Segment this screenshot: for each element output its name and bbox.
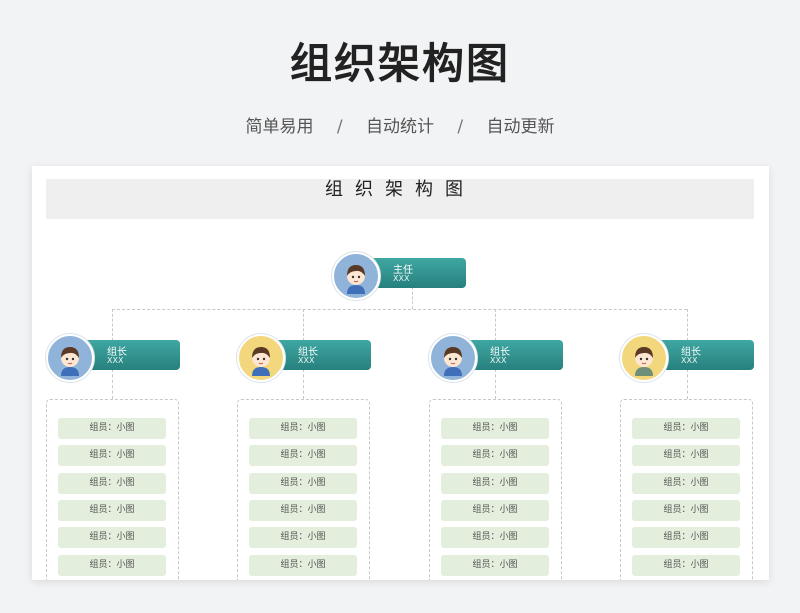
member-item[interactable]: 组员：小图 bbox=[441, 555, 549, 576]
leader-name: XXX bbox=[490, 356, 507, 365]
feature-list: 简单易用 / 自动统计 / 自动更新 bbox=[0, 112, 800, 137]
member-item[interactable]: 组员：小图 bbox=[58, 418, 166, 439]
director-name: XXX bbox=[393, 274, 410, 283]
member-item[interactable]: 组员：小图 bbox=[441, 500, 549, 521]
member-item[interactable]: 组员：小图 bbox=[632, 500, 740, 521]
leader-name: XXX bbox=[681, 356, 698, 365]
member-item[interactable]: 组员：小图 bbox=[58, 500, 166, 521]
feature-easy: 简单易用 bbox=[245, 117, 314, 137]
separator: / bbox=[336, 117, 343, 137]
member-group: 组员：小图 组员：小图 组员：小图 组员：小图 组员：小图 组员：小图 bbox=[429, 399, 562, 580]
feature-auto-update: 自动更新 bbox=[486, 117, 555, 137]
member-item[interactable]: 组员：小图 bbox=[249, 527, 357, 548]
member-item[interactable]: 组员：小图 bbox=[249, 555, 357, 576]
connector bbox=[495, 309, 496, 341]
sheet-header: 组织架构图 bbox=[46, 179, 754, 219]
girl-avatar-icon bbox=[46, 334, 94, 382]
girl-avatar-icon bbox=[620, 334, 668, 382]
page-title: 组织架构图 bbox=[289, 39, 510, 88]
member-item[interactable]: 组员：小图 bbox=[58, 555, 166, 576]
member-item[interactable]: 组员：小图 bbox=[249, 473, 357, 494]
member-item[interactable]: 组员：小图 bbox=[441, 527, 549, 548]
girl-avatar-icon bbox=[332, 252, 380, 300]
connector bbox=[495, 369, 496, 399]
member-item[interactable]: 组员：小图 bbox=[58, 527, 166, 548]
member-item[interactable]: 组员：小图 bbox=[58, 445, 166, 466]
member-item[interactable]: 组员：小图 bbox=[441, 418, 549, 439]
leader-name: XXX bbox=[107, 356, 124, 365]
org-chart-sheet: 组织架构图 主任 XXX 组长 XXX 组长 XXX 组长 XXX 组长 XXX… bbox=[32, 166, 769, 580]
leader-name: XXX bbox=[298, 356, 315, 365]
connector bbox=[687, 309, 688, 341]
member-item[interactable]: 组员：小图 bbox=[58, 473, 166, 494]
member-item[interactable]: 组员：小图 bbox=[249, 418, 357, 439]
member-item[interactable]: 组员：小图 bbox=[632, 418, 740, 439]
connector bbox=[112, 369, 113, 399]
connector bbox=[112, 309, 687, 310]
member-item[interactable]: 组员：小图 bbox=[632, 555, 740, 576]
connector bbox=[687, 369, 688, 399]
member-item[interactable]: 组员：小图 bbox=[441, 473, 549, 494]
feature-auto-stats: 自动统计 bbox=[366, 117, 434, 137]
member-item[interactable]: 组员：小图 bbox=[249, 445, 357, 466]
member-item[interactable]: 组员：小图 bbox=[249, 500, 357, 521]
connector bbox=[303, 309, 304, 341]
girl-avatar-icon bbox=[429, 334, 477, 382]
connector bbox=[303, 369, 304, 399]
member-item[interactable]: 组员：小图 bbox=[441, 445, 549, 466]
member-item[interactable]: 组员：小图 bbox=[632, 527, 740, 548]
sheet-title: 组织架构图 bbox=[325, 179, 475, 200]
connector bbox=[112, 309, 113, 341]
member-group: 组员：小图 组员：小图 组员：小图 组员：小图 组员：小图 组员：小图 bbox=[620, 399, 753, 580]
girl-avatar-icon bbox=[237, 334, 285, 382]
connector bbox=[412, 287, 413, 309]
member-item[interactable]: 组员：小图 bbox=[632, 473, 740, 494]
member-item[interactable]: 组员：小图 bbox=[632, 445, 740, 466]
member-group: 组员：小图 组员：小图 组员：小图 组员：小图 组员：小图 组员：小图 bbox=[46, 399, 179, 580]
member-group: 组员：小图 组员：小图 组员：小图 组员：小图 组员：小图 组员：小图 bbox=[237, 399, 370, 580]
separator: / bbox=[457, 117, 464, 137]
